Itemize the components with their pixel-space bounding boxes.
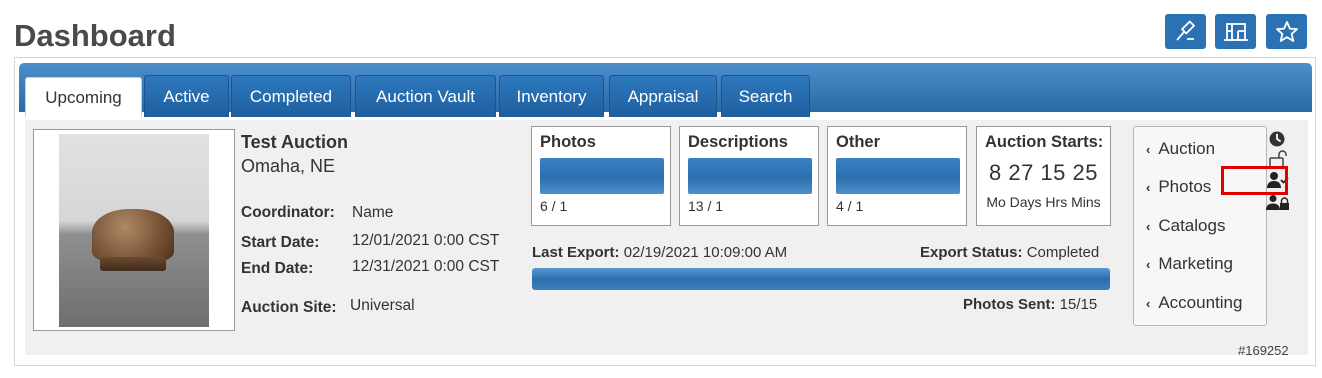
- favorite-button[interactable]: [1266, 14, 1307, 49]
- chevron-left-icon: ‹: [1146, 296, 1151, 311]
- descriptions-stat[interactable]: Descriptions 13 / 1: [679, 126, 819, 226]
- countdown-title: Auction Starts:: [985, 133, 1104, 151]
- chevron-left-icon: ‹: [1146, 219, 1151, 234]
- tab-appraisal[interactable]: Appraisal: [609, 75, 717, 117]
- menu-item-accounting[interactable]: ‹ Accounting: [1146, 293, 1242, 313]
- export-status: Export Status: Completed: [920, 244, 1099, 261]
- menu-item-auction[interactable]: ‹ Auction: [1146, 139, 1215, 159]
- photos-stat-title: Photos: [540, 133, 596, 151]
- building-icon: [1223, 22, 1248, 41]
- last-export-value: 02/19/2021 10:09:00 AM: [623, 244, 788, 261]
- end-date-label: End Date:: [241, 260, 314, 277]
- page-title: Dashboard: [14, 18, 176, 53]
- other-stat-value: 4 / 1: [836, 198, 864, 214]
- tab-active[interactable]: Active: [144, 75, 229, 117]
- end-date-value: 12/31/2021 0:00 CST: [352, 258, 500, 275]
- descriptions-stat-value: 13 / 1: [688, 198, 724, 214]
- descriptions-progress-bar: [688, 158, 812, 194]
- menu-item-photos[interactable]: ‹ Photos: [1146, 177, 1211, 197]
- export-status-value: Completed: [1026, 244, 1100, 261]
- menu-item-label: Auction: [1158, 139, 1216, 158]
- menu-item-marketing[interactable]: ‹ Marketing: [1146, 254, 1233, 274]
- tab-upcoming[interactable]: Upcoming: [25, 77, 142, 117]
- auction-site-label: Auction Site:: [241, 299, 337, 316]
- photos-stat-value: 6 / 1: [540, 198, 568, 214]
- auction-name[interactable]: Test Auction: [241, 132, 348, 153]
- tab-auction-vault[interactable]: Auction Vault: [355, 75, 496, 117]
- photos-sent-label: Photos Sent:: [963, 296, 1056, 313]
- other-stat[interactable]: Other 4 / 1: [827, 126, 967, 226]
- countdown-units: Mo Days Hrs Mins: [986, 194, 1101, 210]
- star-icon: [1275, 20, 1298, 42]
- side-menu: ‹ Auction ‹ Photos ‹ Catalogs ‹ Marketing ‹ A…: [1133, 126, 1267, 326]
- photos-progress-bar: [540, 158, 664, 194]
- last-export: Last Export: 02/19/2021 10:09:00 AM: [532, 244, 787, 261]
- gavel-icon: [1175, 20, 1195, 41]
- auction-card: Test Auction Omaha, NE Coordinator: Name…: [25, 120, 1308, 355]
- export-status-label: Export Status:: [920, 244, 1023, 261]
- tab-completed[interactable]: Completed: [231, 75, 351, 117]
- menu-item-label: Catalogs: [1158, 216, 1226, 235]
- reference-number: #169252: [1238, 343, 1289, 358]
- auction-site-value: Universal: [350, 297, 415, 314]
- start-date-value: 12/01/2021 0:00 CST: [352, 232, 500, 249]
- chevron-left-icon: ‹: [1146, 180, 1151, 195]
- building-button[interactable]: [1215, 14, 1256, 49]
- photos-stat[interactable]: Photos 6 / 1: [531, 126, 671, 226]
- countdown-box: Auction Starts: 8 27 15 25 Mo Days Hrs M…: [976, 126, 1111, 226]
- photos-sent: Photos Sent: 15/15: [963, 296, 1097, 313]
- highlight-box: [1221, 166, 1288, 195]
- countdown-numbers: 8 27 15 25: [989, 160, 1098, 185]
- chevron-left-icon: ‹: [1146, 142, 1151, 157]
- menu-item-label: Photos: [1158, 177, 1212, 196]
- other-progress-bar: [836, 158, 960, 194]
- auction-location: Omaha, NE: [241, 156, 336, 176]
- tab-bar: Upcoming Active Completed Auction Vault …: [19, 63, 1312, 117]
- gavel-button[interactable]: [1165, 14, 1206, 49]
- coordinator-value: Name: [352, 204, 394, 221]
- other-stat-title: Other: [836, 133, 881, 151]
- auction-item-image: [92, 209, 174, 271]
- tab-inventory[interactable]: Inventory: [499, 75, 604, 117]
- auction-photo: [59, 134, 209, 327]
- coordinator-label: Coordinator:: [241, 204, 335, 221]
- last-export-label: Last Export:: [532, 244, 620, 261]
- dashboard-panel: Upcoming Active Completed Auction Vault …: [14, 57, 1316, 366]
- chevron-left-icon: ‹: [1146, 257, 1151, 272]
- export-progress-bar: [532, 268, 1110, 290]
- tab-search[interactable]: Search: [721, 75, 810, 117]
- users-lock-icon[interactable]: [1266, 193, 1290, 213]
- photos-sent-value: 15/15: [1059, 296, 1098, 313]
- menu-item-label: Accounting: [1158, 293, 1243, 312]
- clock-icon[interactable]: [1268, 130, 1286, 148]
- descriptions-stat-title: Descriptions: [688, 133, 788, 151]
- menu-item-catalogs[interactable]: ‹ Catalogs: [1146, 216, 1225, 236]
- menu-item-label: Marketing: [1158, 254, 1233, 273]
- start-date-label: Start Date:: [241, 234, 320, 251]
- auction-thumbnail[interactable]: [33, 129, 235, 331]
